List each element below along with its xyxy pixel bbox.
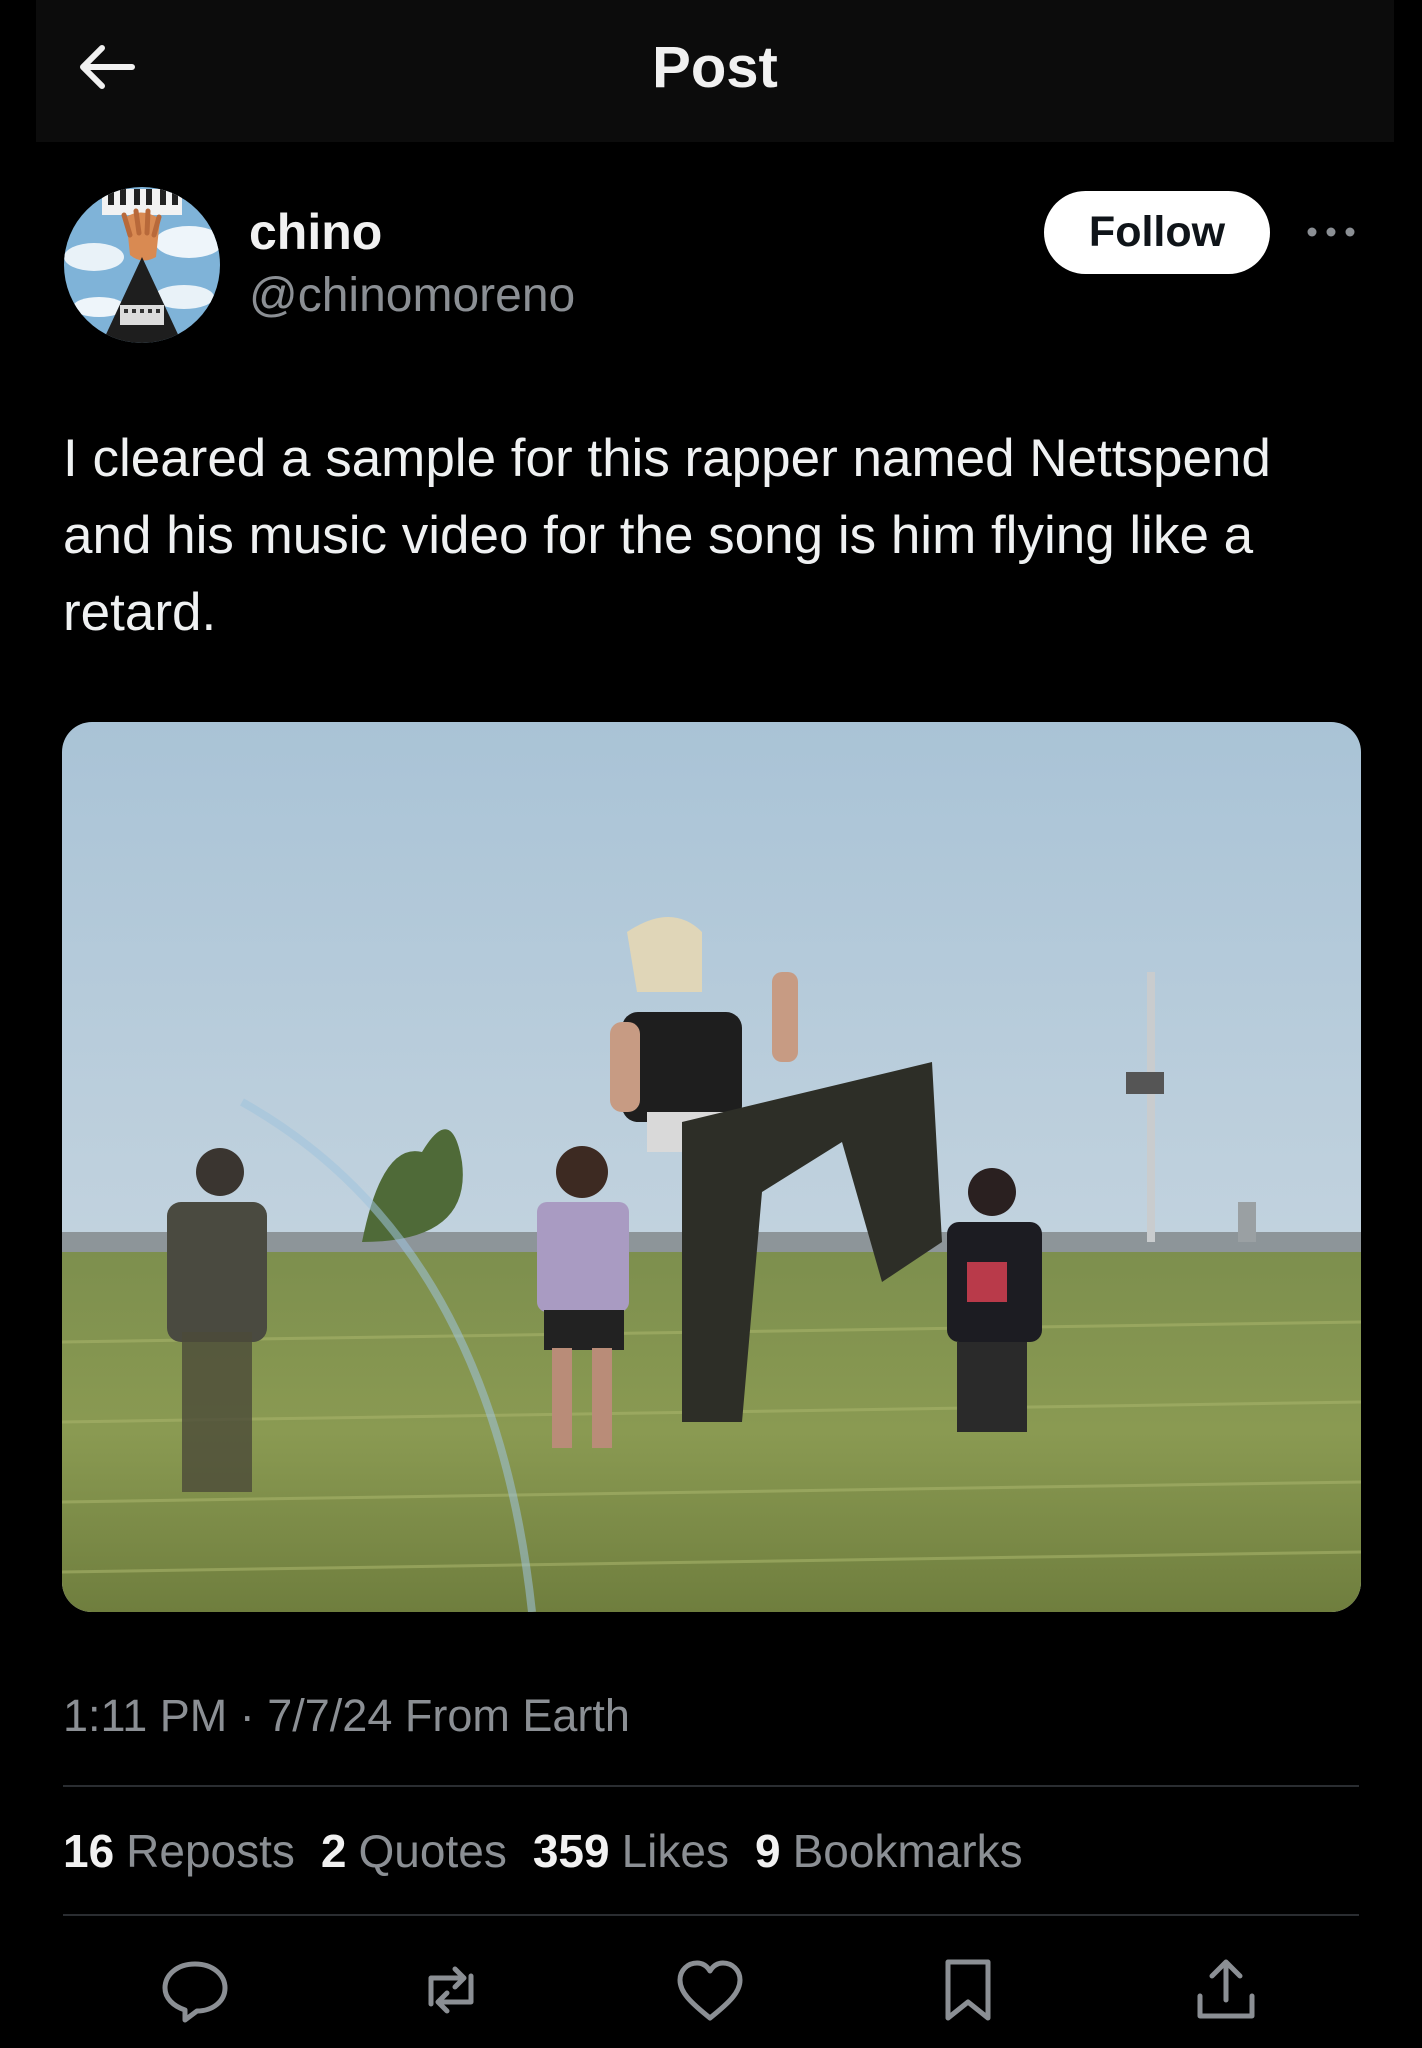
likes-count: 359 (532, 1825, 610, 1877)
divider (63, 1914, 1359, 1916)
reply-button[interactable] (155, 1950, 235, 2030)
like-icon (677, 1960, 743, 2021)
quotes-label: Quotes (358, 1825, 507, 1877)
reposts-label: Reposts (126, 1825, 295, 1877)
post-text: I cleared a sample for this rapper named… (63, 429, 1271, 642)
media-image (62, 722, 1361, 1612)
top-bar: Post (36, 0, 1394, 142)
divider (63, 1785, 1359, 1787)
reply-icon (162, 1961, 228, 2023)
likes-label: Likes (621, 1825, 729, 1877)
bookmarks-count: 9 (754, 1825, 781, 1877)
bookmarks-label: Bookmarks (792, 1825, 1023, 1877)
page-title: Post (652, 35, 778, 100)
reposts-count: 16 (63, 1825, 115, 1877)
repost-button[interactable] (411, 1950, 491, 2030)
avatar-image (64, 187, 220, 343)
quotes-count: 2 (320, 1825, 347, 1877)
post-timestamp: 1:11 PM · 7/7/24 From Earth (63, 1690, 630, 1741)
more-horizontal-icon (1307, 227, 1355, 237)
user-handle[interactable]: @chinomoreno (249, 268, 575, 323)
like-button[interactable] (670, 1950, 750, 2030)
repost-icon (428, 1966, 474, 2014)
quotes-stat[interactable]: 2 Quotes (321, 1824, 507, 1878)
share-icon (1197, 1959, 1255, 2019)
avatar[interactable] (64, 187, 220, 343)
display-name[interactable]: chino (249, 203, 382, 261)
bookmark-icon (945, 1959, 991, 2021)
post-stats: 16 Reposts 2 Quotes 359 Likes 9 Bookmarks (63, 1824, 1049, 1878)
reposts-stat[interactable]: 16 Reposts (63, 1824, 295, 1878)
post-media[interactable] (62, 722, 1361, 1612)
share-button[interactable] (1186, 1950, 1266, 2030)
likes-stat[interactable]: 359 Likes (533, 1824, 729, 1878)
bookmarks-stat[interactable]: 9 Bookmarks (755, 1824, 1023, 1878)
follow-button[interactable]: Follow (1044, 191, 1270, 274)
bookmark-button[interactable] (928, 1950, 1008, 2030)
more-options-button[interactable] (1302, 212, 1360, 252)
